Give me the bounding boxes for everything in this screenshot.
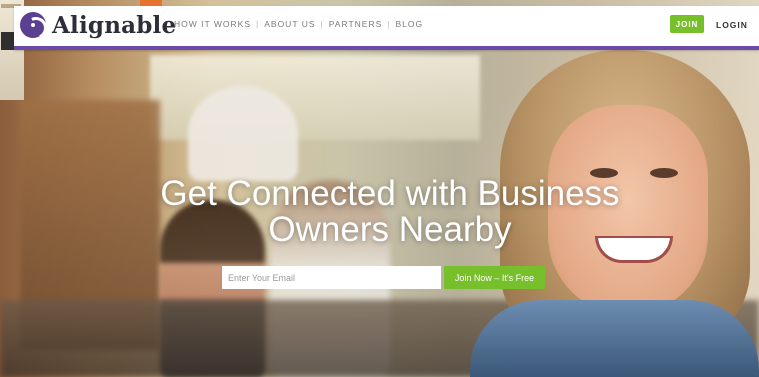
nav-links: HOW IT WORKS | ABOUT US | PARTNERS | BLO…	[174, 19, 423, 29]
top-navbar: Alignable HOW IT WORKS | ABOUT US | PART…	[14, 6, 759, 50]
login-link[interactable]: LOGIN	[716, 20, 748, 30]
email-input[interactable]	[222, 266, 441, 289]
denim-jacket	[470, 300, 759, 377]
alignable-logo[interactable]: Alignable	[20, 10, 176, 40]
logo-wordmark: Alignable	[52, 11, 177, 39]
join-now-button[interactable]: Join Now – It's Free	[444, 266, 545, 289]
background-window-thumbnail	[1, 32, 15, 50]
nav-link-about-us[interactable]: ABOUT US	[264, 19, 315, 29]
chef-hat	[188, 86, 298, 181]
nav-link-how-it-works[interactable]: HOW IT WORKS	[174, 19, 251, 29]
nav-link-blog[interactable]: BLOG	[395, 19, 423, 29]
page: Alignable HOW IT WORKS | ABOUT US | PART…	[0, 0, 759, 377]
hero-headline-line-2: Owners Nearby	[268, 210, 512, 249]
nav-separator: |	[320, 19, 324, 29]
nav-separator: |	[387, 19, 391, 29]
nav-separator: |	[256, 19, 260, 29]
join-button[interactable]: JOIN	[670, 15, 704, 33]
nav-link-partners[interactable]: PARTNERS	[329, 19, 383, 29]
hero-headline: Get Connected with Business Owners Nearb…	[110, 176, 670, 248]
hero-headline-line-1: Get Connected with Business	[160, 174, 620, 213]
alignable-logo-icon	[20, 12, 46, 38]
